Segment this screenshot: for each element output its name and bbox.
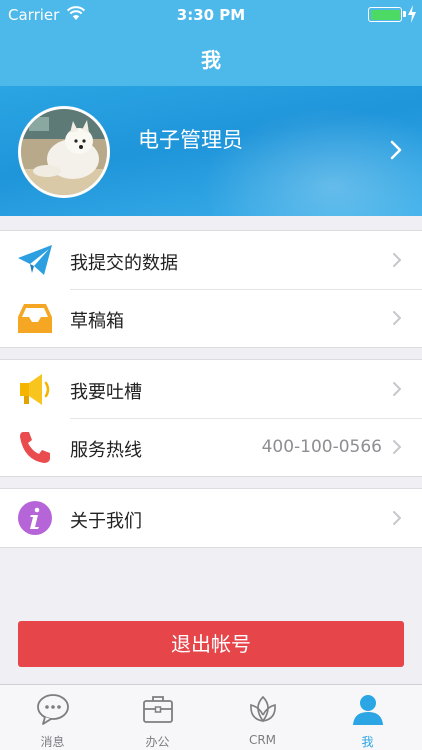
page-title: 我 [201, 48, 221, 72]
menu-section-feedback: 我要吐槽 服务热线 400-100-0566 [0, 359, 422, 477]
profile-name: 电子管理员 [138, 128, 243, 152]
tab-bar: 消息 办公 CRM 我 [0, 684, 422, 750]
tab-me[interactable]: 我 [315, 685, 420, 750]
clock: 3:30 PM [176, 6, 246, 24]
menu-item-hotline[interactable]: 服务热线 400-100-0566 [0, 418, 422, 476]
tab-label: 消息 [40, 735, 65, 749]
dog-photo-icon [21, 109, 107, 195]
avatar[interactable] [18, 106, 110, 198]
paper-plane-icon [18, 245, 52, 275]
tab-label: 我 [361, 735, 374, 749]
menu-item-feedback[interactable]: 我要吐槽 [0, 360, 422, 418]
tab-office[interactable]: 办公 [105, 685, 210, 750]
inbox-tray-icon [18, 304, 52, 333]
chat-bubble-icon [37, 694, 69, 725]
chevron-right-icon [390, 140, 402, 160]
menu-section-about: 关于我们 [0, 488, 422, 548]
tab-crm[interactable]: CRM [210, 685, 315, 750]
menu-section-data: 我提交的数据 草稿箱 [0, 230, 422, 348]
crm-leaf-icon [250, 695, 276, 723]
menu-item-drafts[interactable]: 草稿箱 [0, 289, 422, 347]
person-icon [353, 695, 383, 725]
chevron-right-icon [393, 311, 401, 325]
chevron-right-icon [393, 511, 401, 525]
menu-item-label: 草稿箱 [70, 311, 124, 332]
menu-item-about-us[interactable]: 关于我们 [0, 489, 422, 547]
tab-label: 办公 [145, 735, 170, 749]
phone-icon [20, 432, 50, 463]
briefcase-icon [143, 696, 173, 723]
navigation-bar: 我 [0, 30, 422, 86]
menu-item-label: 关于我们 [70, 511, 142, 532]
status-bar: Carrier 3:30 PM [0, 0, 422, 30]
menu-item-submitted-data[interactable]: 我提交的数据 [0, 231, 422, 289]
hotline-number: 400-100-0566 [261, 437, 382, 457]
menu-item-label: 我要吐槽 [70, 382, 142, 403]
tab-label: CRM [248, 733, 277, 747]
chevron-right-icon [393, 253, 401, 267]
menu-item-label: 服务热线 [70, 440, 142, 461]
logout-button[interactable]: 退出帐号 [18, 621, 404, 667]
charging-bolt-icon [408, 5, 416, 23]
chevron-right-icon [393, 382, 401, 396]
menu-item-label: 我提交的数据 [70, 253, 178, 274]
battery-icon [368, 7, 402, 22]
profile-header[interactable]: 电子管理员 [0, 86, 422, 216]
tab-messages[interactable]: 消息 [0, 685, 105, 750]
megaphone-icon [20, 374, 50, 405]
info-icon [18, 501, 52, 535]
chevron-right-icon [393, 440, 401, 454]
